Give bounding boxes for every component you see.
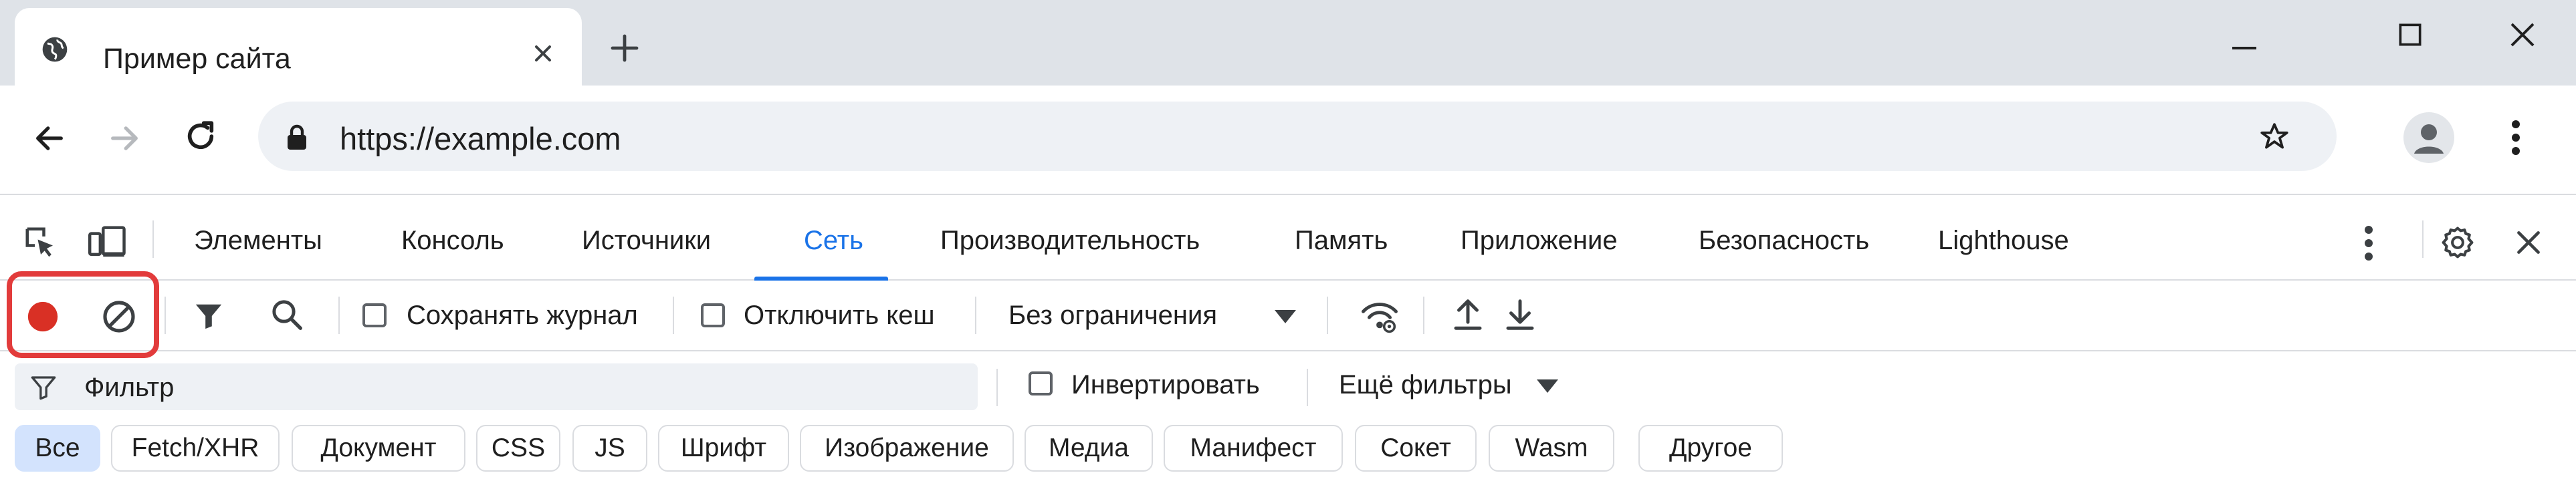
browser-tab[interactable]: Пример сайта — [15, 8, 582, 86]
disable-cache-label[interactable]: Отключить кеш — [744, 301, 935, 331]
divider — [1423, 297, 1424, 334]
tab-network[interactable]: Сеть — [804, 226, 863, 256]
more-filters-dropdown[interactable]: Ещё фильтры — [1339, 370, 1512, 400]
globe-icon — [40, 35, 70, 64]
type-chip-all[interactable]: Все — [15, 425, 100, 472]
tab-memory[interactable]: Память — [1295, 226, 1388, 256]
divider — [152, 220, 154, 258]
type-chip-socket[interactable]: Сокет — [1355, 425, 1477, 472]
type-chip-js[interactable]: JS — [572, 425, 647, 472]
lock-icon[interactable] — [285, 124, 309, 151]
new-tab-icon[interactable] — [609, 32, 641, 64]
gear-icon[interactable] — [2440, 224, 2476, 261]
tab-title: Пример сайта — [103, 43, 291, 75]
back-arrow-icon[interactable] — [32, 121, 67, 156]
divider — [996, 369, 998, 406]
disable-cache-checkbox[interactable] — [701, 303, 725, 327]
filter-placeholder: Фильтр — [84, 373, 175, 402]
tab-elements[interactable]: Элементы — [194, 226, 322, 256]
reload-icon[interactable] — [182, 118, 219, 155]
search-icon[interactable] — [269, 297, 305, 333]
caret-down-icon[interactable] — [1275, 310, 1296, 323]
profile-avatar[interactable] — [2403, 112, 2454, 163]
close-tab-icon[interactable] — [530, 40, 556, 67]
more-vert-icon[interactable] — [2509, 119, 2523, 156]
caret-down-icon[interactable] — [1537, 379, 1558, 393]
type-chip-other[interactable]: Другое — [1638, 425, 1783, 472]
type-chip-img[interactable]: Изображение — [800, 425, 1014, 472]
address-bar[interactable]: https://example.com — [258, 102, 2337, 171]
tab-console[interactable]: Консоль — [401, 226, 504, 256]
type-chip-css[interactable]: CSS — [476, 425, 560, 472]
divider — [673, 297, 674, 334]
divider — [338, 297, 340, 334]
type-chip-fetch-xhr[interactable]: Fetch/XHR — [111, 425, 280, 472]
type-chip-manifest[interactable]: Манифест — [1164, 425, 1343, 472]
export-har-icon[interactable] — [1503, 297, 1537, 333]
tab-security[interactable]: Безопасность — [1699, 226, 1869, 256]
url-text[interactable]: https://example.com — [340, 120, 621, 157]
divider — [1327, 297, 1328, 334]
divider — [975, 297, 976, 334]
network-conditions-icon[interactable] — [1360, 298, 1399, 334]
tab-performance[interactable]: Производительность — [940, 226, 1200, 256]
filter-icon[interactable] — [193, 301, 225, 331]
type-chip-wasm[interactable]: Wasm — [1489, 425, 1614, 472]
type-chip-media[interactable]: Медиа — [1025, 425, 1153, 472]
import-har-icon[interactable] — [1451, 297, 1485, 333]
bookmark-star-icon[interactable] — [2258, 120, 2291, 154]
forward-arrow-icon[interactable] — [107, 121, 142, 156]
invert-label[interactable]: Инвертировать — [1071, 370, 1260, 400]
window-close-icon[interactable] — [2506, 19, 2539, 51]
filter-input[interactable]: Фильтр — [15, 363, 978, 410]
type-chip-font[interactable]: Шрифт — [658, 425, 789, 472]
divider — [165, 297, 166, 334]
devtools-more-vert-icon[interactable] — [2362, 224, 2375, 262]
tab-application[interactable]: Приложение — [1461, 226, 1618, 256]
divider — [2422, 220, 2424, 258]
maximize-icon[interactable] — [2395, 20, 2425, 49]
divider — [1307, 369, 1308, 406]
tab-lighthouse[interactable]: Lighthouse — [1938, 226, 2069, 256]
filter-outline-icon — [29, 374, 58, 401]
devtools-close-icon[interactable] — [2512, 226, 2545, 259]
minimize-icon[interactable] — [2228, 32, 2260, 64]
highlight-box — [7, 271, 159, 358]
invert-checkbox[interactable] — [1029, 371, 1053, 395]
throttling-select[interactable]: Без ограничения — [1008, 301, 1217, 331]
preserve-log-checkbox[interactable] — [362, 303, 387, 327]
type-chip-document[interactable]: Документ — [292, 425, 465, 472]
preserve-log-label[interactable]: Сохранять журнал — [407, 301, 638, 331]
inspect-element-icon[interactable] — [23, 224, 59, 261]
devtools-tab-bar — [0, 195, 2576, 281]
tab-sources[interactable]: Источники — [582, 226, 711, 256]
device-toolbar-icon[interactable] — [88, 224, 127, 261]
